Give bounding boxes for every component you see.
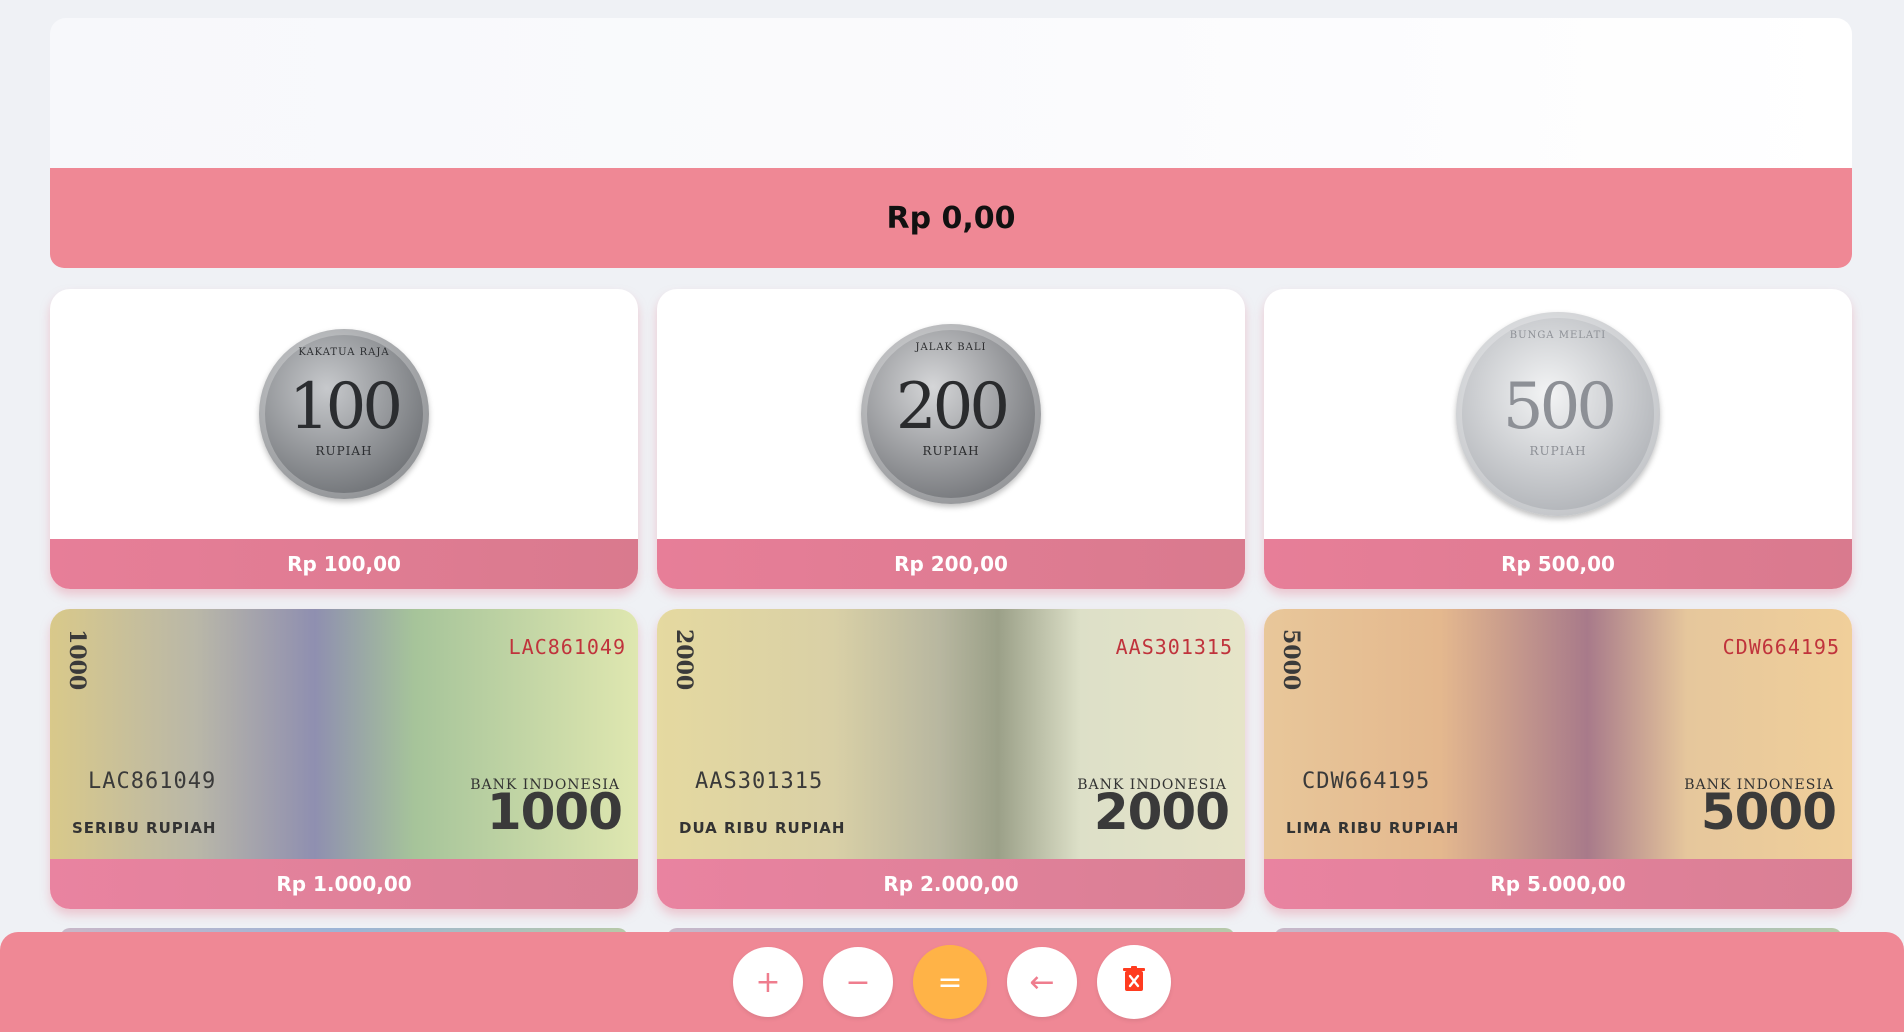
backspace-button[interactable]: ← xyxy=(1007,947,1077,1017)
denomination-card-1000[interactable]: 1000 LAC861049 LAC861049 BANK INDONESIA … xyxy=(50,609,638,909)
expression-display xyxy=(50,18,1852,168)
banknote-image-2000: 2000 AAS301315 AAS301315 BANK INDONESIA … xyxy=(657,609,1245,859)
denomination-grid: KAKATUA RAJA 100 RUPIAH Rp 100,00 JALAK … xyxy=(50,289,1852,909)
clear-button[interactable] xyxy=(1097,945,1171,1019)
calculator-header: Rp 0,00 xyxy=(50,18,1852,268)
coin-image-200: JALAK BALI 200 RUPIAH xyxy=(657,289,1245,539)
equals-button[interactable]: = xyxy=(913,945,987,1019)
denomination-label: Rp 2.000,00 xyxy=(657,859,1245,909)
denomination-label: Rp 1.000,00 xyxy=(50,859,638,909)
denomination-card-5000[interactable]: 5000 CDW664195 CDW664195 BANK INDONESIA … xyxy=(1264,609,1852,909)
total-bar: Rp 0,00 xyxy=(50,168,1852,268)
denomination-card-200[interactable]: JALAK BALI 200 RUPIAH Rp 200,00 xyxy=(657,289,1245,589)
denomination-card-2000[interactable]: 2000 AAS301315 AAS301315 BANK INDONESIA … xyxy=(657,609,1245,909)
coin-200: JALAK BALI 200 RUPIAH xyxy=(861,324,1041,504)
banknote-image-5000: 5000 CDW664195 CDW664195 BANK INDONESIA … xyxy=(1264,609,1852,859)
operation-toolbar: + − = ← xyxy=(0,932,1904,1032)
denomination-label: Rp 200,00 xyxy=(657,539,1245,589)
denomination-label: Rp 100,00 xyxy=(50,539,638,589)
coin-image-500: BUNGA MELATI 500 RUPIAH xyxy=(1264,289,1852,539)
trash-icon xyxy=(1123,965,1145,1000)
coin-100: KAKATUA RAJA 100 RUPIAH xyxy=(259,329,429,499)
denomination-card-500[interactable]: BUNGA MELATI 500 RUPIAH Rp 500,00 xyxy=(1264,289,1852,589)
subtract-button[interactable]: − xyxy=(823,947,893,1017)
coin-500: BUNGA MELATI 500 RUPIAH xyxy=(1456,312,1660,516)
banknote-image-1000: 1000 LAC861049 LAC861049 BANK INDONESIA … xyxy=(50,609,638,859)
add-button[interactable]: + xyxy=(733,947,803,1017)
denomination-label: Rp 5.000,00 xyxy=(1264,859,1852,909)
denomination-label: Rp 500,00 xyxy=(1264,539,1852,589)
denomination-card-100[interactable]: KAKATUA RAJA 100 RUPIAH Rp 100,00 xyxy=(50,289,638,589)
coin-image-100: KAKATUA RAJA 100 RUPIAH xyxy=(50,289,638,539)
total-amount: Rp 0,00 xyxy=(886,200,1016,236)
